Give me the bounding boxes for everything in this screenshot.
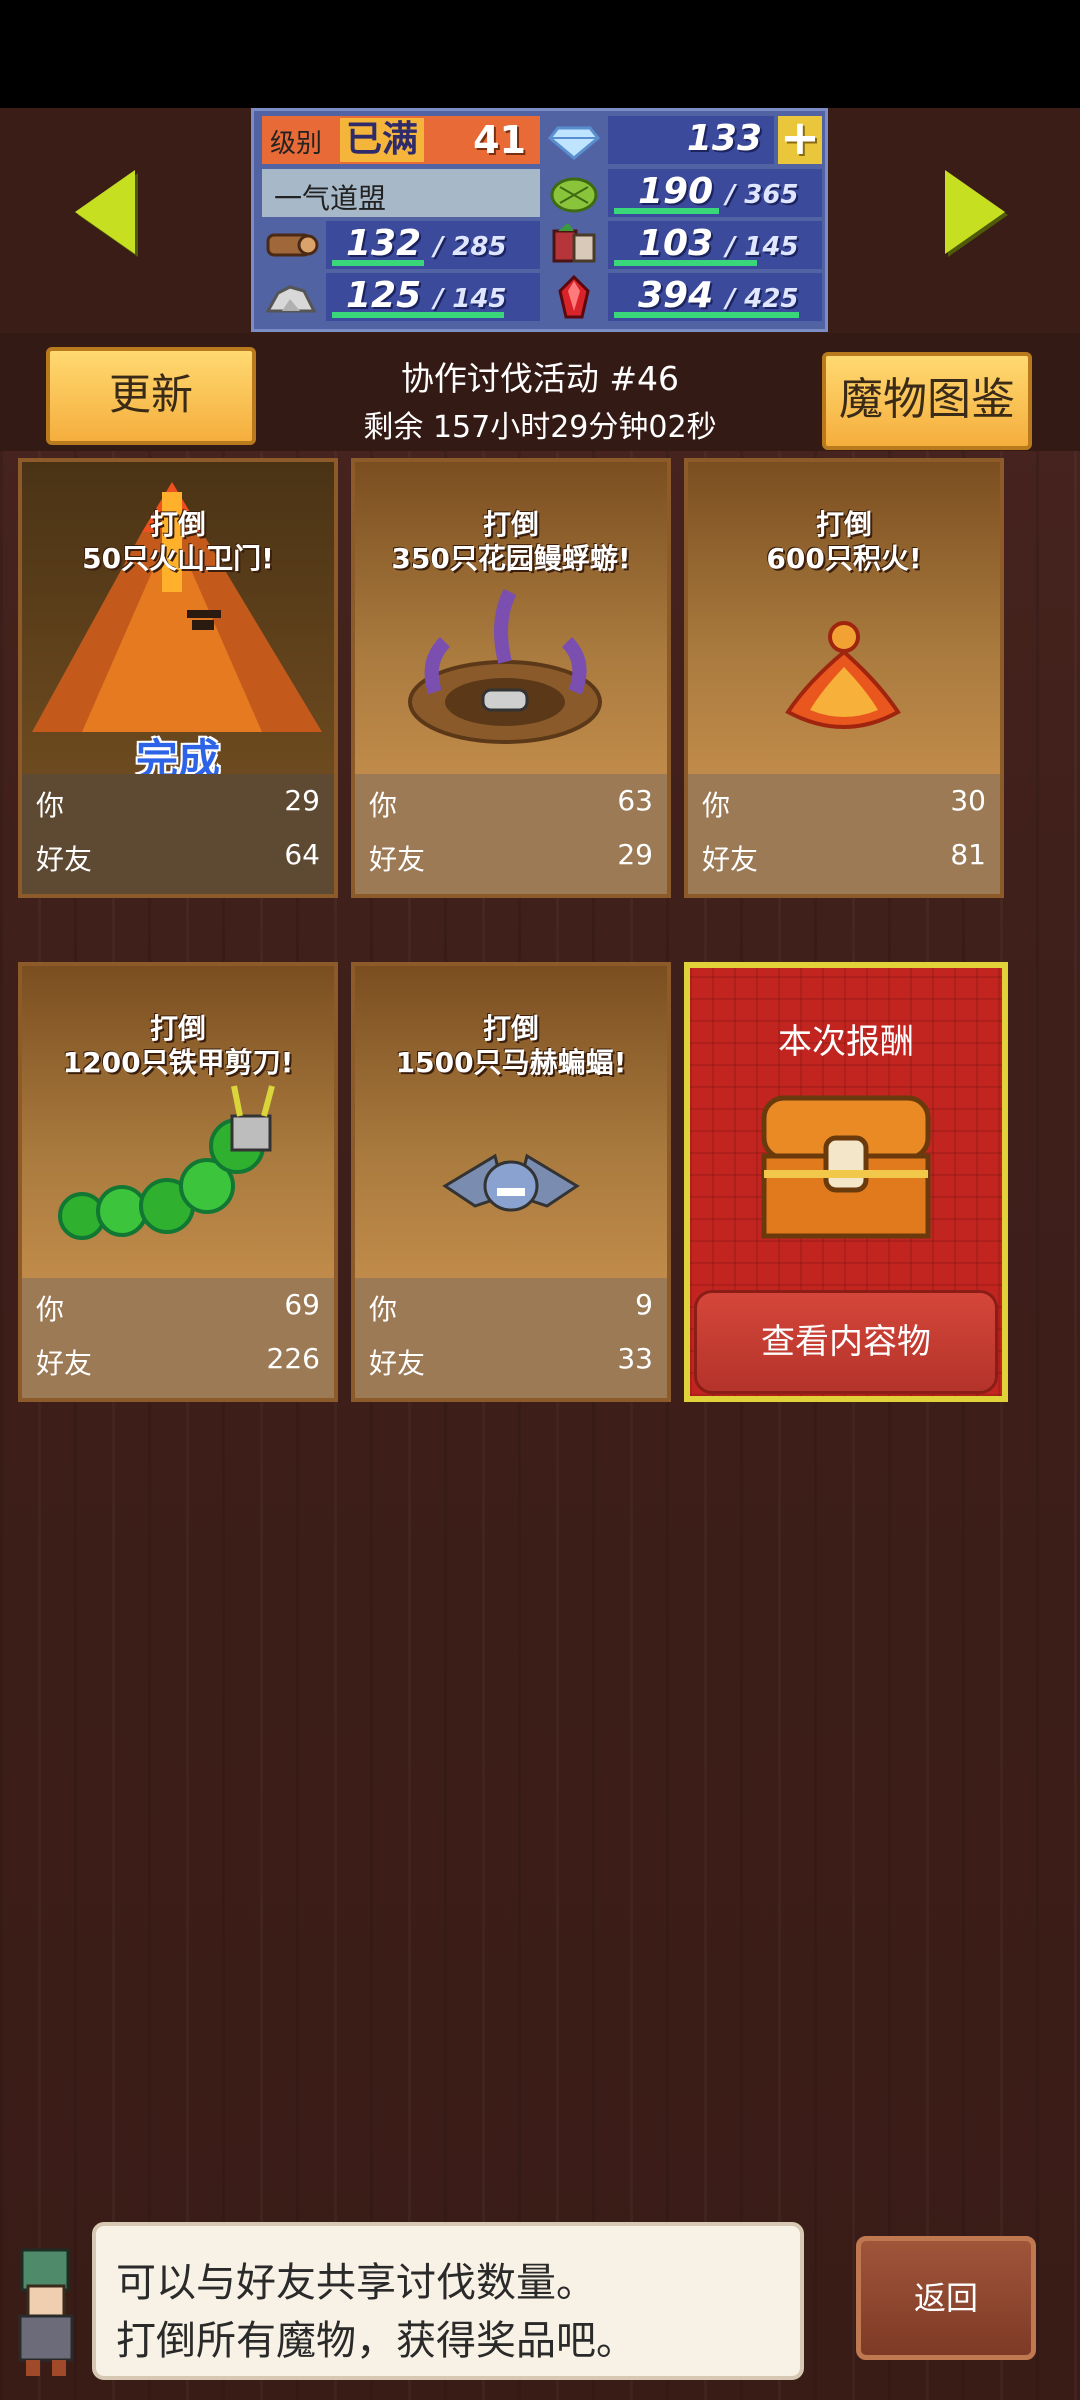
gem-count: 133 <box>686 118 762 159</box>
next-arrow-button[interactable] <box>945 170 1005 254</box>
dialog-line-2: 打倒所有魔物，获得奖品吧。 <box>116 2318 636 2364</box>
friend-row: 好友 64 <box>36 838 320 876</box>
friend-row: 好友 33 <box>369 1342 653 1380</box>
npc-character-icon <box>18 2248 74 2376</box>
bestiary-button[interactable]: 魔物图鉴 <box>822 352 1032 450</box>
quest-card-armored-scissors[interactable]: 打倒 1200只铁甲剪刀! 你 69 好友 226 <box>18 962 338 1402</box>
grass-value: 190 / 365 <box>638 171 799 212</box>
hint-dialog: 可以与好友共享讨伐数量。 打倒所有魔物，获得奖品吧。 <box>92 2222 804 2380</box>
quest-goal: 打倒 350只花园鳗蜉蝣! <box>391 508 631 575</box>
ore-value-box: 125 / 145 <box>326 273 540 321</box>
ore-icon <box>260 273 320 321</box>
level-label: 级别 <box>270 129 323 159</box>
wood-value-box: 132 / 285 <box>326 221 540 269</box>
you-row: 你 30 <box>702 784 986 822</box>
wood-icon <box>260 221 320 269</box>
quest-goal: 打倒 600只积火! <box>766 508 922 575</box>
reward-card: 本次报酬 查看内容物 <box>684 962 1008 1402</box>
dialog-line-1: 可以与好友共享讨伐数量。 <box>116 2260 596 2306</box>
friend-row: 好友 29 <box>369 838 653 876</box>
you-row: 你 63 <box>369 784 653 822</box>
quest-card-mach-bat[interactable]: 打倒 1500只马赫蝙蝠! 你9 好友 33 <box>351 962 671 1402</box>
previous-arrow-button[interactable] <box>75 170 135 254</box>
quest-goal: 打倒 50只火山卫门! <box>82 508 274 575</box>
level-max-badge: 已满 <box>340 118 424 162</box>
mana-value: 394 / 425 <box>638 275 799 316</box>
friend-row: 好友 81 <box>702 838 986 876</box>
wood-value: 132 / 285 <box>346 223 507 264</box>
quest-card-garden-eel[interactable]: 打倒 350只花园鳗蜉蝣! 你 63 好友 29 <box>351 458 671 898</box>
refresh-button[interactable]: 更新 <box>46 347 256 445</box>
event-countdown: 剩余 157小时29分钟02秒 <box>363 410 717 445</box>
kill-count-area: 你 29 好友 64 <box>22 774 334 894</box>
quest-card-volcano[interactable]: 打倒 50只火山卫门! 完成 你 29 好友 64 <box>18 458 338 898</box>
kill-count-area: 你 63 好友 29 <box>355 774 667 894</box>
wood-progress <box>332 260 424 266</box>
mana-crystal-icon <box>544 273 604 321</box>
view-contents-button[interactable]: 查看内容物 <box>694 1290 998 1394</box>
food-value: 103 / 145 <box>638 223 799 264</box>
add-gems-button[interactable]: + <box>778 114 822 164</box>
gem-icon <box>544 116 604 164</box>
level-box: 级别 已满 41 <box>262 116 540 164</box>
ore-progress <box>332 312 504 318</box>
quest-goal: 打倒 1500只马赫蝙蝠! <box>395 1012 627 1079</box>
food-value-box: 103 / 145 <box>608 221 822 269</box>
quest-card-fire[interactable]: 打倒 600只积火! 你 30 好友 81 <box>684 458 1004 898</box>
kill-count-area: 你9 好友 33 <box>355 1278 667 1398</box>
treasure-chest-icon <box>761 1095 931 1239</box>
mana-progress <box>614 312 799 318</box>
you-row: 你9 <box>369 1288 653 1326</box>
you-row: 你 69 <box>36 1288 320 1326</box>
resource-panel: 级别 已满 41 一气道盟 133 + 190 / 365 132 / 285 … <box>251 108 828 332</box>
you-row: 你 29 <box>36 784 320 822</box>
gem-value-box: 133 <box>608 116 774 164</box>
grass-icon <box>544 169 604 217</box>
status-bar <box>0 0 1080 108</box>
ore-value: 125 / 145 <box>346 275 507 316</box>
guild-name-box[interactable]: 一气道盟 <box>262 169 540 217</box>
kill-count-area: 你 30 好友 81 <box>688 774 1000 894</box>
level-value: 41 <box>473 118 526 162</box>
event-title: 协作讨伐活动 #46 <box>400 359 680 398</box>
guild-name: 一气道盟 <box>274 182 387 215</box>
food-progress <box>614 260 757 266</box>
quest-goal: 打倒 1200只铁甲剪刀! <box>62 1012 294 1079</box>
grass-value-box: 190 / 365 <box>608 169 822 217</box>
friend-row: 好友 226 <box>36 1342 320 1380</box>
grass-progress <box>614 208 719 214</box>
back-button[interactable]: 返回 <box>856 2236 1036 2360</box>
reward-title: 本次报酬 <box>778 1022 914 1062</box>
food-icon <box>544 221 604 269</box>
kill-count-area: 你 69 好友 226 <box>22 1278 334 1398</box>
mana-value-box: 394 / 425 <box>608 273 822 321</box>
